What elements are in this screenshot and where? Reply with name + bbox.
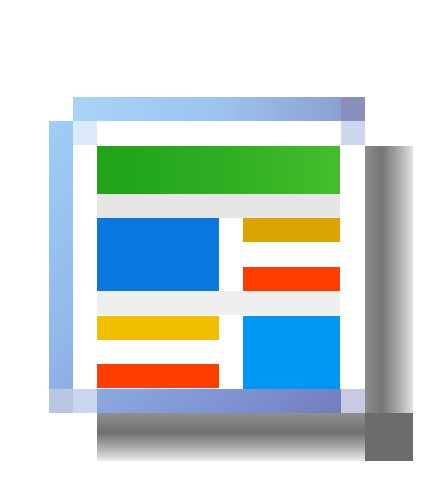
icon-red-bar-top <box>243 267 340 291</box>
icon-blue-block-right <box>243 316 340 389</box>
icon-frame-top <box>73 97 365 121</box>
icon-panel-corner <box>73 389 97 413</box>
icon-frame-corner <box>49 97 73 121</box>
icon-frame-corner <box>49 389 73 413</box>
icon-red-bar-bottom <box>97 364 219 388</box>
icon-header-bar <box>97 146 340 194</box>
icon-blue-block-left <box>97 218 219 291</box>
icon-panel-corner <box>341 121 365 145</box>
icon-panel-corner <box>73 121 97 145</box>
icon-gray-band-2 <box>97 291 340 315</box>
icon-shadow-bottom <box>97 413 389 461</box>
icon-frame-corner <box>341 97 365 121</box>
icon-gray-band <box>97 194 340 218</box>
icon-yellow-bar <box>97 316 219 340</box>
icon-shadow-right <box>365 146 413 437</box>
icon-orange-bar <box>243 218 340 242</box>
icon-panel-corner <box>341 389 365 413</box>
web-page-layout-icon <box>0 0 438 486</box>
icon-shadow-corner <box>365 413 413 461</box>
